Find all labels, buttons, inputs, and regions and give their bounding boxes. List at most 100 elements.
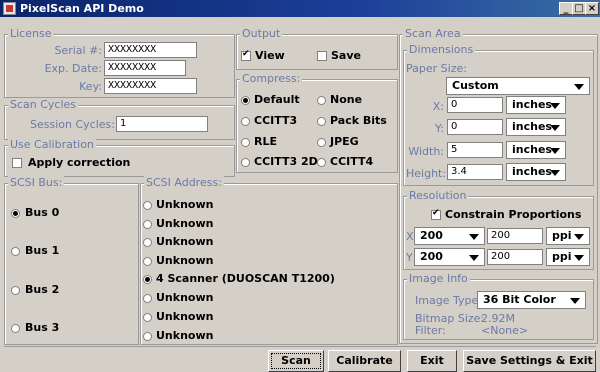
minimize-button[interactable]: _: [559, 2, 573, 15]
maximize-button[interactable]: □: [572, 2, 586, 15]
width-label: Width:: [408, 145, 444, 158]
chevron-down-icon: [574, 255, 584, 261]
session-cycles-field[interactable]: 1: [116, 116, 208, 132]
compress-ccitt3-label: CCITT3: [254, 114, 298, 127]
license-legend: License: [8, 27, 54, 40]
res-y-select[interactable]: 200: [414, 248, 485, 266]
bus-2-label: Bus 2: [25, 283, 60, 296]
compress-packbits-label: Pack Bits: [330, 114, 387, 127]
close-button[interactable]: ×: [585, 2, 599, 15]
paper-size-select[interactable]: Custom: [446, 77, 590, 95]
compress-ccitt4-label: CCITT4: [330, 155, 374, 168]
compress-ccitt3-2d-label: CCITT3 2D: [254, 155, 318, 168]
exp-date-field[interactable]: XXXXXXXX: [104, 60, 186, 76]
width-unit-select[interactable]: inches: [506, 141, 566, 159]
res-y-select-value: 200: [420, 250, 443, 263]
image-type-label: Image Type:: [415, 294, 482, 307]
compress-none-radio[interactable]: [317, 96, 326, 105]
y-unit-select[interactable]: inches: [506, 118, 566, 136]
compress-packbits-radio[interactable]: [317, 117, 326, 126]
paper-size-value: Custom: [452, 79, 499, 92]
res-y-field[interactable]: 200: [487, 249, 543, 265]
address-5-radio[interactable]: [143, 294, 152, 303]
chevron-down-icon: [570, 298, 580, 304]
address-7-radio[interactable]: [143, 332, 152, 341]
scsi-address-legend: SCSI Address:: [144, 176, 224, 189]
compress-default-label: Default: [254, 93, 300, 106]
x-unit-value: inches: [512, 98, 552, 111]
res-x-select[interactable]: 200: [414, 227, 485, 245]
x-field[interactable]: 0: [447, 97, 503, 113]
bus-0-label: Bus 0: [25, 206, 60, 219]
chevron-down-icon: [550, 148, 560, 154]
y-field[interactable]: 0: [447, 119, 503, 135]
chevron-down-icon: [469, 234, 479, 240]
image-type-value: 36 Bit Color: [483, 293, 556, 306]
serial-label: Serial #:: [54, 44, 102, 57]
address-2-label: Unknown: [156, 235, 214, 248]
width-field[interactable]: 5: [447, 142, 503, 158]
height-unit-select[interactable]: inches: [506, 163, 566, 181]
filter-label: Filter:: [415, 324, 446, 337]
address-0-radio[interactable]: [143, 201, 152, 210]
height-field[interactable]: 3.4: [447, 164, 503, 180]
save-checkbox[interactable]: [317, 51, 327, 61]
scan-area-legend: Scan Area: [403, 27, 463, 40]
res-y-unit-value: ppi: [552, 250, 572, 263]
address-6-radio[interactable]: [143, 313, 152, 322]
compress-legend: Compress:: [240, 72, 303, 85]
app-icon: [3, 2, 16, 15]
view-checkbox[interactable]: [241, 49, 251, 61]
x-unit-select[interactable]: inches: [506, 96, 566, 114]
chevron-down-icon: [550, 170, 560, 176]
res-x-unit-select[interactable]: ppi: [546, 227, 590, 245]
resolution-legend: Resolution: [407, 189, 469, 202]
address-1-label: Unknown: [156, 217, 214, 230]
save-settings-exit-button[interactable]: Save Settings & Exit: [463, 350, 596, 372]
width-unit-value: inches: [512, 143, 552, 156]
image-info-legend: Image Info: [407, 272, 470, 285]
compress-ccitt3-2d-radio[interactable]: [241, 158, 250, 167]
dimensions-legend: Dimensions: [407, 43, 476, 56]
exit-button[interactable]: Exit: [407, 350, 457, 372]
use-calibration-legend: Use Calibration: [8, 138, 96, 151]
bus-3-label: Bus 3: [25, 321, 60, 334]
compress-none-label: None: [330, 93, 363, 106]
constrain-proportions-checkbox[interactable]: [431, 208, 441, 220]
window-title: PixelScan API Demo: [20, 2, 144, 15]
session-cycles-label: Session Cycles:: [30, 118, 115, 131]
key-field[interactable]: XXXXXXXX: [104, 78, 197, 94]
compress-rle-label: RLE: [254, 135, 277, 148]
x-label: X:: [432, 100, 444, 113]
image-type-select[interactable]: 36 Bit Color: [477, 291, 586, 309]
compress-ccitt3-radio[interactable]: [241, 117, 250, 126]
compress-jpeg-radio[interactable]: [317, 138, 326, 147]
calibrate-button[interactable]: Calibrate: [328, 350, 401, 372]
res-x-field[interactable]: 200: [487, 228, 543, 244]
compress-default-radio[interactable]: [241, 96, 250, 105]
chevron-down-icon: [469, 255, 479, 261]
address-1-radio[interactable]: [143, 220, 152, 229]
compress-rle-radio[interactable]: [241, 138, 250, 147]
compress-ccitt4-radio[interactable]: [317, 158, 326, 167]
bus-2-radio[interactable]: [11, 286, 20, 295]
title-bar[interactable]: PixelScan API Demo _ □ ×: [0, 0, 600, 17]
address-2-radio[interactable]: [143, 238, 152, 247]
bus-1-radio[interactable]: [11, 247, 20, 256]
height-label: Height:: [406, 167, 447, 180]
address-4-radio[interactable]: [143, 275, 152, 284]
apply-correction-label: Apply correction: [28, 156, 131, 169]
serial-field[interactable]: XXXXXXXX: [104, 42, 197, 58]
save-label: Save: [331, 49, 361, 62]
bus-3-radio[interactable]: [11, 324, 20, 333]
address-3-radio[interactable]: [143, 257, 152, 266]
apply-correction-checkbox[interactable]: [12, 158, 22, 168]
view-label: View: [255, 49, 285, 62]
chevron-down-icon: [550, 125, 560, 131]
key-label: Key:: [79, 80, 102, 93]
bus-0-radio[interactable]: [11, 209, 20, 218]
chevron-down-icon: [574, 234, 584, 240]
res-y-unit-select[interactable]: ppi: [546, 248, 590, 266]
scan-button[interactable]: Scan: [268, 350, 324, 372]
bus-1-label: Bus 1: [25, 244, 60, 257]
